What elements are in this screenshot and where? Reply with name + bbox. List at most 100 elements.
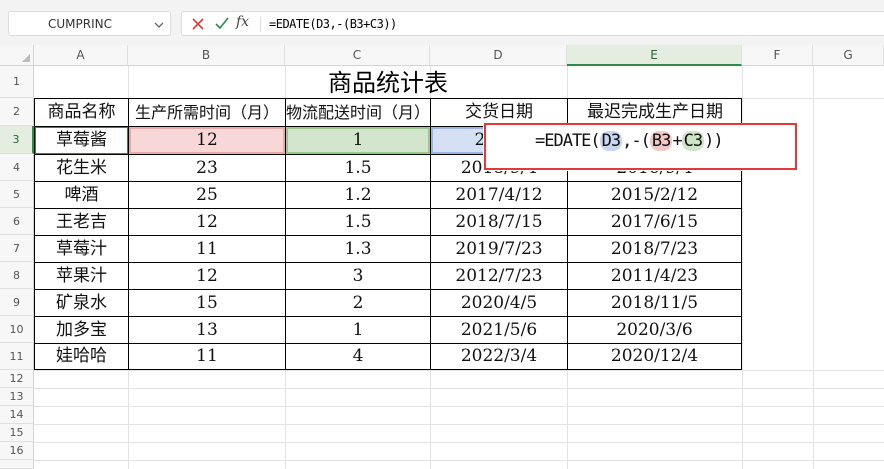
formula-input-area[interactable]: fx =EDATE(D3,-(B3+C3))	[181, 11, 884, 36]
formula-separator	[260, 17, 261, 32]
cell-shipping-time[interactable]: 1	[286, 127, 430, 154]
cancel-icon[interactable]	[192, 18, 204, 30]
row-header-12[interactable]: 12	[0, 370, 34, 388]
formula-bar: CUMPRINC fx =EDATE(D3,-(B3+C3))	[0, 0, 884, 45]
cell-shipping-time[interactable]: 4	[286, 344, 430, 369]
cell-product-name[interactable]: 草莓酱	[35, 127, 128, 154]
cell-product-name[interactable]: 花生米	[35, 155, 128, 181]
table-border	[34, 369, 742, 370]
cell-production-time[interactable]: 12	[129, 209, 285, 235]
cell-shipping-time[interactable]: 1.5	[286, 155, 430, 181]
cell-product-name[interactable]: 苹果汁	[35, 263, 128, 289]
cell-production-time[interactable]: 11	[129, 236, 285, 262]
cell-latest-date[interactable]: 2011/4/23	[568, 263, 741, 289]
row-header-4[interactable]: 4	[0, 154, 34, 181]
cell-shipping-time[interactable]: 1.5	[286, 209, 430, 235]
cell-production-time[interactable]: 15	[129, 290, 285, 316]
cell-production-time[interactable]: 12	[129, 263, 285, 289]
row-header-7[interactable]: 7	[0, 235, 34, 262]
row-header-1[interactable]: 1	[0, 66, 34, 98]
cell-delivery-date[interactable]: 2012/7/23	[431, 263, 567, 289]
table-border	[285, 98, 286, 370]
cell-shipping-time[interactable]: 1.3	[286, 236, 430, 262]
table-border	[128, 98, 129, 370]
grid-line	[34, 370, 884, 371]
grid-line	[34, 442, 884, 443]
table-border	[430, 98, 431, 370]
column-header-e[interactable]: E	[567, 45, 742, 66]
confirm-icon[interactable]	[215, 17, 229, 30]
table-border	[34, 262, 742, 263]
cell-production-time[interactable]: 25	[129, 182, 285, 208]
header-delivery-date[interactable]: 交货日期	[431, 99, 567, 126]
row-header-15[interactable]: 15	[0, 424, 34, 442]
cell-shipping-time[interactable]: 1	[286, 317, 430, 343]
row-header-14[interactable]: 14	[0, 406, 34, 424]
header-product-name[interactable]: 商品名称	[35, 99, 128, 126]
grid-line	[34, 424, 884, 425]
cell-product-name[interactable]: 矿泉水	[35, 290, 128, 316]
chevron-down-icon[interactable]	[154, 21, 164, 29]
row-header-9[interactable]: 9	[0, 289, 34, 316]
cell-delivery-date[interactable]: 2018/7/15	[431, 209, 567, 235]
table-border	[34, 98, 742, 99]
cell-shipping-time[interactable]: 1.2	[286, 182, 430, 208]
column-header-f[interactable]: F	[742, 45, 813, 66]
select-all-corner[interactable]	[0, 45, 34, 66]
header-production-time[interactable]: 生产所需时间（月）	[129, 99, 285, 126]
grid-line	[34, 460, 884, 461]
row-header-3[interactable]: 3	[0, 126, 34, 154]
cell-latest-date[interactable]: 2018/11/5	[568, 290, 741, 316]
row-header-10[interactable]: 10	[0, 316, 34, 343]
cell-production-time[interactable]: 11	[129, 344, 285, 369]
row-header-17[interactable]	[0, 460, 34, 469]
sheet-title[interactable]: 商品统计表	[34, 67, 742, 98]
table-border	[34, 343, 742, 344]
header-shipping-time[interactable]: 物流配送时间（月）	[286, 99, 430, 126]
column-header-g[interactable]: G	[813, 45, 884, 66]
cell-latest-date[interactable]: 2020/12/4	[568, 344, 741, 369]
column-header-b[interactable]: B	[128, 45, 285, 66]
table-border	[34, 289, 742, 290]
grid-line	[813, 66, 814, 469]
cell-production-time[interactable]: 23	[129, 155, 285, 181]
name-box[interactable]: CUMPRINC	[8, 11, 171, 36]
corner-triangle-icon	[22, 54, 30, 62]
column-header-a[interactable]: A	[34, 45, 128, 66]
grid-line	[34, 406, 884, 407]
formula-text[interactable]: =EDATE(D3,-(B3+C3))	[269, 17, 397, 31]
row-header-16[interactable]: 16	[0, 442, 34, 460]
cell-delivery-date[interactable]: 2019/7/23	[431, 236, 567, 262]
cell-latest-date[interactable]: 2017/6/15	[568, 209, 741, 235]
cell-product-name[interactable]: 娃哈哈	[35, 344, 128, 369]
cell-product-name[interactable]: 草莓汁	[35, 236, 128, 262]
insert-function-icon[interactable]: fx	[236, 14, 249, 30]
cell-shipping-time[interactable]: 3	[286, 263, 430, 289]
cell-product-name[interactable]: 加多宝	[35, 317, 128, 343]
row-header-5[interactable]: 5	[0, 181, 34, 208]
row-header-6[interactable]: 6	[0, 208, 34, 235]
row-header-2[interactable]: 2	[0, 98, 34, 126]
cell-latest-date[interactable]: 2015/2/12	[568, 182, 741, 208]
column-header-c[interactable]: C	[285, 45, 430, 66]
cell-delivery-date[interactable]: 2020/4/5	[431, 290, 567, 316]
table-border	[34, 98, 35, 370]
cell-latest-date[interactable]: 2020/3/6	[568, 317, 741, 343]
grid-line	[34, 388, 884, 389]
cell-latest-date[interactable]: 2018/7/23	[568, 236, 741, 262]
table-border	[34, 316, 742, 317]
column-header-d[interactable]: D	[430, 45, 567, 66]
cell-delivery-date[interactable]: 2017/4/12	[431, 182, 567, 208]
cell-production-time[interactable]: 13	[129, 317, 285, 343]
row-header-8[interactable]: 8	[0, 262, 34, 289]
cell-product-name[interactable]: 啤酒	[35, 182, 128, 208]
cell-product-name[interactable]: 王老吉	[35, 209, 128, 235]
table-border	[34, 235, 742, 236]
header-latest-date[interactable]: 最迟完成生产日期	[568, 99, 742, 126]
cell-production-time[interactable]: 12	[129, 127, 285, 154]
cell-delivery-date[interactable]: 2022/3/4	[431, 344, 567, 369]
row-header-11[interactable]: 11	[0, 343, 34, 370]
cell-delivery-date[interactable]: 2021/5/6	[431, 317, 567, 343]
row-header-13[interactable]: 13	[0, 388, 34, 406]
cell-shipping-time[interactable]: 2	[286, 290, 430, 316]
